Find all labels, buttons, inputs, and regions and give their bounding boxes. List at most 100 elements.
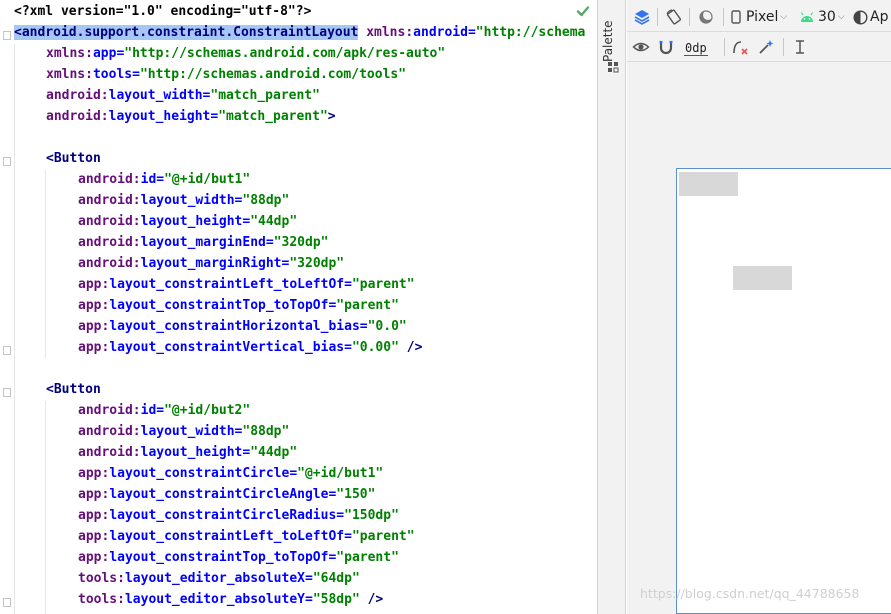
layers-icon[interactable] [633,7,651,27]
code-token: layout_height [140,214,243,229]
code-line[interactable]: app:layout_constraintVertical_bias="0.00… [14,337,597,358]
code-line[interactable]: android:id="@+id/but1" [14,169,597,190]
code-line[interactable]: app:layout_constraintCircleAngle="150" [14,484,597,505]
device-selector[interactable]: Pixel ⌵ [731,7,787,27]
code-token: = [132,67,140,82]
code-token: = [304,571,313,586]
code-token: android: [78,235,141,250]
code-line[interactable]: android:layout_height="44dp" [14,211,597,232]
code-line[interactable]: android:layout_width="88dp" [14,190,597,211]
code-token: "http://schema [475,25,586,40]
code-line[interactable]: app:layout_constraintLeft_toLeftOf="pare… [14,274,597,295]
code-line[interactable]: tools:layout_editor_absoluteY="58dp" /> [14,589,597,610]
code-line[interactable] [14,358,597,379]
code-line[interactable]: xmlns:tools="http://schemas.android.com/… [14,64,597,85]
code-token: app: [78,340,110,355]
code-token: tools: [78,592,125,607]
code-token: = [359,319,368,334]
code-line[interactable] [14,127,597,148]
code-token: app: [78,466,110,481]
code-token: layout_constraintLeft_toLeftOf [109,529,345,544]
watermark-text: https://blog.csdn.net/qq_44788658 [640,586,860,601]
code-line[interactable]: android:id="@+id/but2" [14,400,597,421]
layout-preview-canvas[interactable] [676,168,891,614]
code-token: "parent" [351,277,415,292]
infer-constraints-icon[interactable] [757,37,775,57]
code-token: = [344,340,352,355]
code-line[interactable]: app:layout_constraintCircle="@+id/but1" [14,463,597,484]
palette-icon[interactable] [607,61,619,73]
chevron-down-icon: ⌵ [837,12,845,22]
code-token: "88dp" [242,193,290,208]
preview-button-but1[interactable] [679,172,738,196]
code-token: "parent" [336,550,399,565]
fold-marker[interactable] [3,388,11,397]
code-line[interactable]: android:layout_height="44dp" [14,442,597,463]
code-token: /> [398,340,423,355]
code-line[interactable]: android:layout_width="match_parent" [14,85,597,106]
code-token: = [156,172,165,187]
code-line[interactable]: android:layout_marginRight="320dp" [14,253,597,274]
code-token: app: [78,487,110,502]
code-token: android [413,25,468,40]
code-editor[interactable]: <?xml version="1.0" encoding="utf-8"?> <a… [0,0,597,614]
code-line[interactable]: <Button [14,148,597,169]
fold-marker[interactable] [3,31,11,40]
theme-icon [853,9,868,25]
code-line[interactable]: app:layout_constraintTop_toTopOf="parent… [14,295,597,316]
code-line[interactable]: tools:layout_editor_absoluteX="64dp" [14,568,597,589]
code-line[interactable]: android:layout_marginEnd="320dp" [14,232,597,253]
code-line[interactable]: <Button [14,379,597,400]
palette-tab[interactable]: Palette [601,12,623,62]
api-level-selector[interactable]: 30 ⌵ [799,7,845,27]
code-line[interactable]: <?xml version="1.0" encoding="utf-8"?> [14,1,597,22]
code-token: <android.support.constraint.ConstraintLa… [14,25,359,40]
code-token: app: [78,298,110,313]
code-token: layout_constraintCircleRadius [109,508,337,523]
code-token: layout_editor_absoluteX [124,571,305,586]
code-token: "44dp" [250,445,298,460]
code-lines: <?xml version="1.0" encoding="utf-8"?> <a… [14,1,597,610]
code-line[interactable]: xmlns:app="http://schemas.android.com/ap… [14,43,597,64]
code-token: layout_height [140,445,243,460]
code-token: layout_constraintCircleAngle [109,487,329,502]
code-line[interactable]: app:layout_constraintTop_toTopOf="parent… [14,547,597,568]
code-line[interactable]: app:layout_constraintLeft_toLeftOf="pare… [14,526,597,547]
code-token: layout_editor_absoluteY [124,592,305,607]
design-secondary-toolbar: 0dp [627,32,891,62]
orientation-icon[interactable] [665,7,683,27]
night-mode-icon[interactable] [697,7,715,27]
clear-constraints-icon[interactable] [731,37,749,57]
code-token: layout_constraintTop_toTopOf [109,550,329,565]
code-token: xmlns: [46,46,93,61]
fold-marker[interactable] [3,157,11,166]
eye-icon[interactable] [632,37,650,57]
code-token: = [304,592,313,607]
code-token: layout_constraintHorizontal_bias [109,319,360,334]
magnet-icon[interactable] [658,37,674,57]
default-margin-selector[interactable]: 0dp [684,40,708,56]
align-icon[interactable] [791,37,809,57]
preview-button-but2[interactable] [733,266,792,290]
code-token: layout_marginEnd [140,235,266,250]
theme-selector[interactable]: Ap [853,7,888,27]
code-token: = [336,508,345,523]
code-token: "parent" [336,298,399,313]
device-label: Pixel [746,9,779,25]
code-line[interactable]: app:layout_constraintCircleRadius="150dp… [14,505,597,526]
code-token: android: [78,172,141,187]
fold-marker[interactable] [3,346,11,355]
code-line[interactable]: android:layout_width="88dp" [14,421,597,442]
code-line[interactable]: <android.support.constraint.ConstraintLa… [14,22,597,43]
code-token: "150dp" [344,508,399,523]
code-token: layout_constraintTop_toTopOf [109,298,329,313]
code-token: layout_width [140,424,235,439]
fold-marker[interactable] [3,598,11,607]
toolbar-separator [723,8,724,26]
code-line[interactable]: app:layout_constraintHorizontal_bias="0.… [14,316,597,337]
code-token: android: [78,403,141,418]
code-token: "150" [336,487,376,502]
code-token: = [467,25,476,40]
code-token: app: [78,508,110,523]
code-line[interactable]: android:layout_height="match_parent"> [14,106,597,127]
